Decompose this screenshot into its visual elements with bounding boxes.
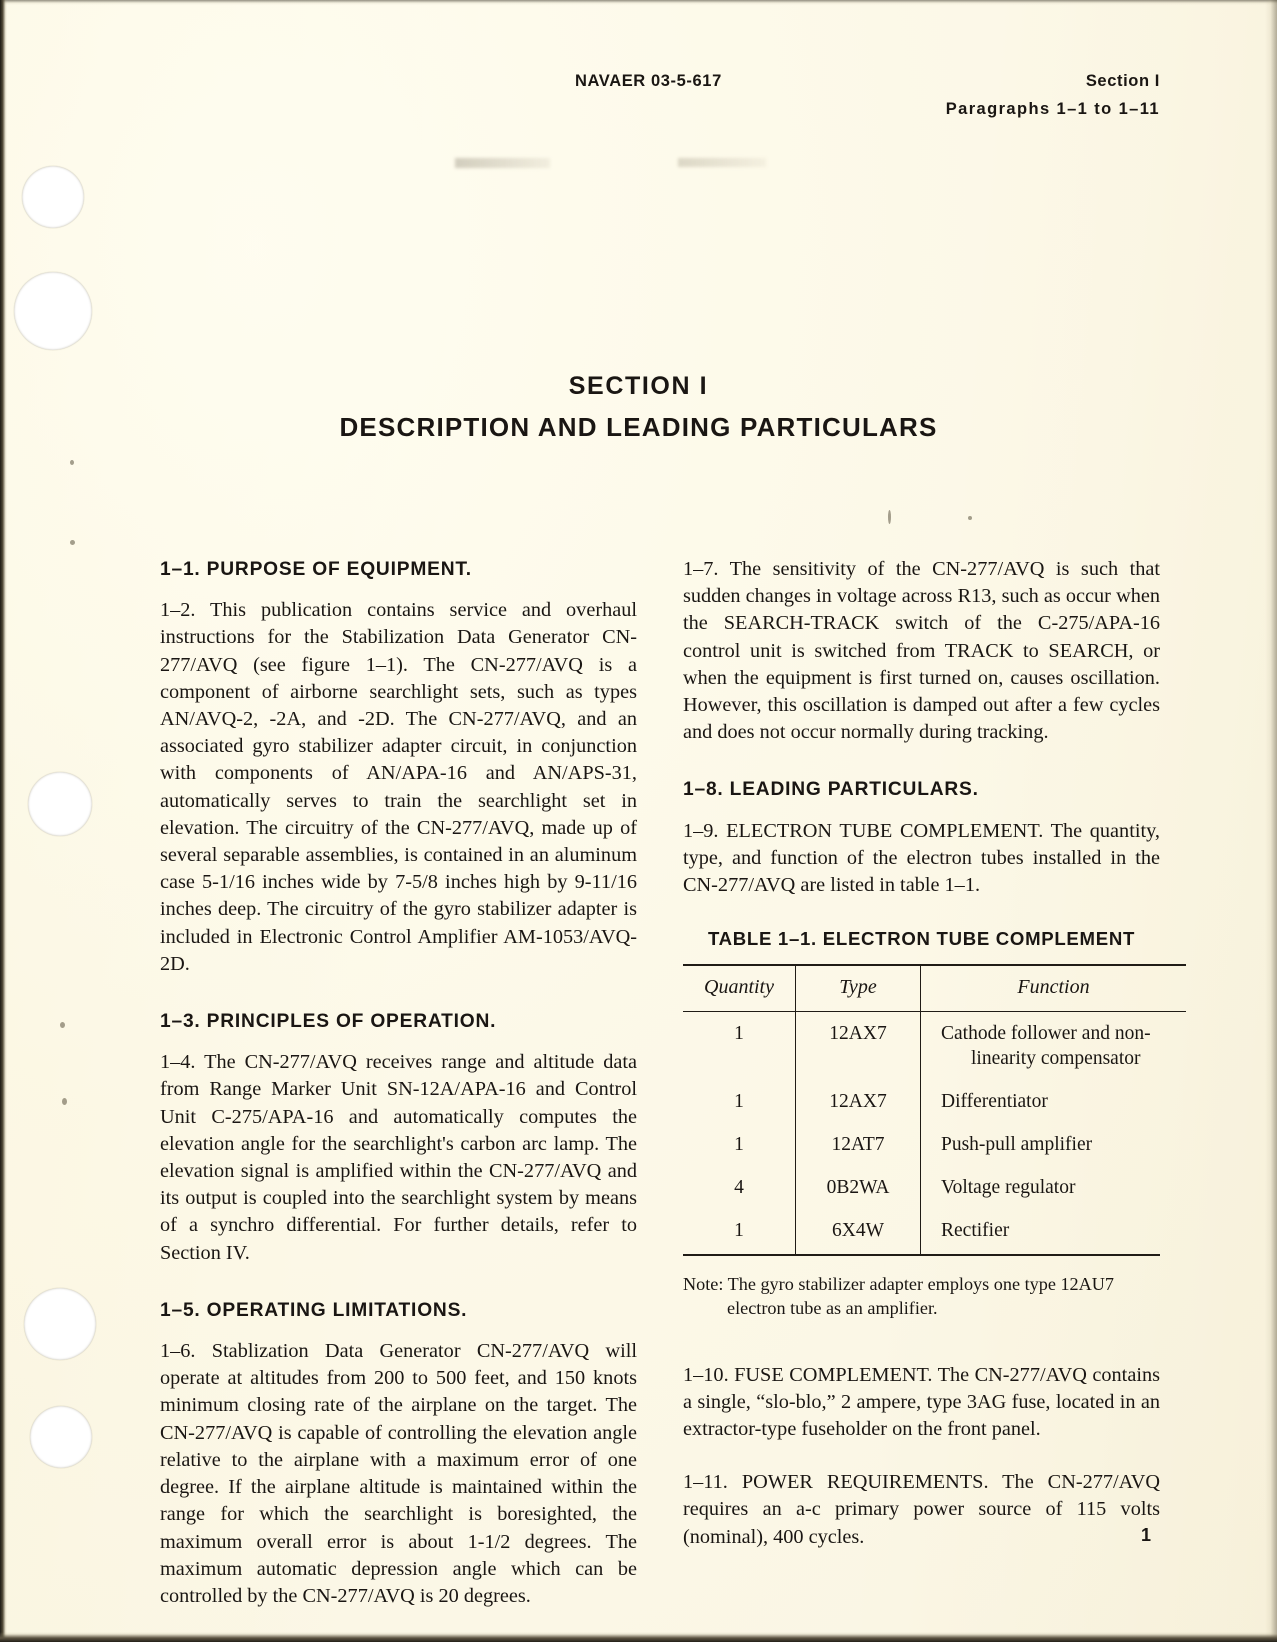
cell-function: Rectifier — [941, 1219, 1010, 1241]
scan-edge-left — [0, 0, 7, 1642]
cell-quantity: 1 — [683, 1208, 796, 1254]
cell-type: 6X4W — [795, 1208, 921, 1254]
cell-quantity: 1 — [683, 1122, 796, 1166]
table-header-row: Quantity Type Function — [683, 964, 1186, 1012]
running-head-section-info: Section I Paragraphs 1–1 to 1–11 — [946, 72, 1160, 119]
table-note-line1: Note: The gyro stabilizer adapter employ… — [683, 1273, 1114, 1294]
cell-function: Cathode follower and non- linearity comp… — [921, 1011, 1187, 1080]
table-row: 1 12AX7 Cathode follower and non- linear… — [683, 1011, 1186, 1080]
cell-type: 0B2WA — [795, 1165, 921, 1209]
cell-function: Voltage regulator — [941, 1176, 1076, 1198]
right-column: 1–7. The sensitivity of the CN-277/AVQ i… — [683, 556, 1186, 1551]
running-head-section: Section I — [1085, 72, 1160, 90]
cell-function-line2: linearity compensator — [971, 1047, 1141, 1069]
paragraph-1-11: 1–11. POWER REQUIREMENTS. The CN-277/AVQ… — [683, 1471, 1160, 1548]
cell-quantity: 4 — [683, 1165, 796, 1209]
table-row: 1 6X4W Rectifier — [683, 1208, 1186, 1254]
paragraph-1-6: 1–6. Stablization Data Generator CN-277/… — [160, 1340, 637, 1607]
table-row: 1 12AT7 Push-pull amplifier — [683, 1122, 1186, 1166]
section-subtitle: DESCRIPTION AND LEADING PARTICULARS — [339, 412, 938, 442]
heading-1-5: 1–5. OPERATING LIMITATIONS. — [160, 1299, 468, 1321]
heading-1-8: 1–8. LEADING PARTICULARS. — [683, 779, 979, 801]
cell-quantity: 1 — [683, 1079, 796, 1123]
column-header-type: Type — [795, 964, 921, 1012]
page-number: 1 — [1140, 1525, 1151, 1545]
section-title: SECTION I — [568, 372, 709, 400]
running-head-manual-number: NAVAER 03-5-617 — [575, 72, 722, 90]
scan-edge-top — [0, 0, 1277, 5]
scan-edge-right — [1265, 0, 1277, 1642]
table-row: 4 0B2WA Voltage regulator — [683, 1165, 1186, 1209]
cell-function: Push-pull amplifier — [941, 1133, 1093, 1155]
heading-1-3: 1–3. PRINCIPLES OF OPERATION. — [160, 1011, 497, 1033]
cell-type: 12AT7 — [795, 1122, 921, 1166]
scanned-page: NAVAER 03-5-617 Section I Paragraphs 1–1… — [0, 0, 1277, 1642]
table-caption: TABLE 1–1. ELECTRON TUBE COMPLEMENT — [707, 928, 1136, 950]
paragraph-1-7: 1–7. The sensitivity of the CN-277/AVQ i… — [683, 558, 1160, 744]
heading-1-1: 1–1. PURPOSE OF EQUIPMENT. — [160, 559, 472, 580]
paragraph-1-10: 1–10. FUSE COMPLEMENT. The CN-277/AVQ co… — [683, 1363, 1160, 1441]
column-header-function: Function — [920, 964, 1186, 1012]
table-header: Quantity Type Function — [683, 964, 1186, 1012]
table-note: Note: The gyro stabilizer adapter employ… — [683, 1272, 1160, 1320]
paragraph-1-2: 1–2. This publication contains service a… — [160, 599, 637, 975]
paragraph-1-4: 1–4. The CN-277/AVQ receives range and a… — [160, 1051, 637, 1264]
cell-function: Differentiator — [941, 1090, 1048, 1112]
cell-quantity: 1 — [683, 1011, 796, 1080]
table-note-line2: electron tube as an amplifier. — [727, 1297, 938, 1318]
paragraph-1-9: 1–9. ELECTRON TUBE COMPLEMENT. The quant… — [683, 819, 1160, 897]
cell-type: 12AX7 — [795, 1011, 921, 1080]
scan-edge-bottom — [0, 1632, 1277, 1642]
left-column: 1–1. PURPOSE OF EQUIPMENT. 1–2. This pub… — [160, 556, 637, 1610]
table-bottom-rule — [683, 1253, 1160, 1256]
electron-tube-complement-table: Quantity Type Function 1 12AX7 Cathode f… — [683, 964, 1186, 1254]
table-body: 1 12AX7 Cathode follower and non- linear… — [683, 1011, 1186, 1254]
cell-type: 12AX7 — [795, 1079, 921, 1123]
cell-function-line1: Cathode follower and non- — [941, 1022, 1151, 1044]
table-row: 1 12AX7 Differentiator — [683, 1079, 1186, 1123]
running-head-paragraphs: Paragraphs 1–1 to 1–11 — [945, 100, 1160, 118]
column-header-quantity: Quantity — [683, 964, 796, 1012]
page-content: NAVAER 03-5-617 Section I Paragraphs 1–1… — [0, 0, 1277, 1642]
